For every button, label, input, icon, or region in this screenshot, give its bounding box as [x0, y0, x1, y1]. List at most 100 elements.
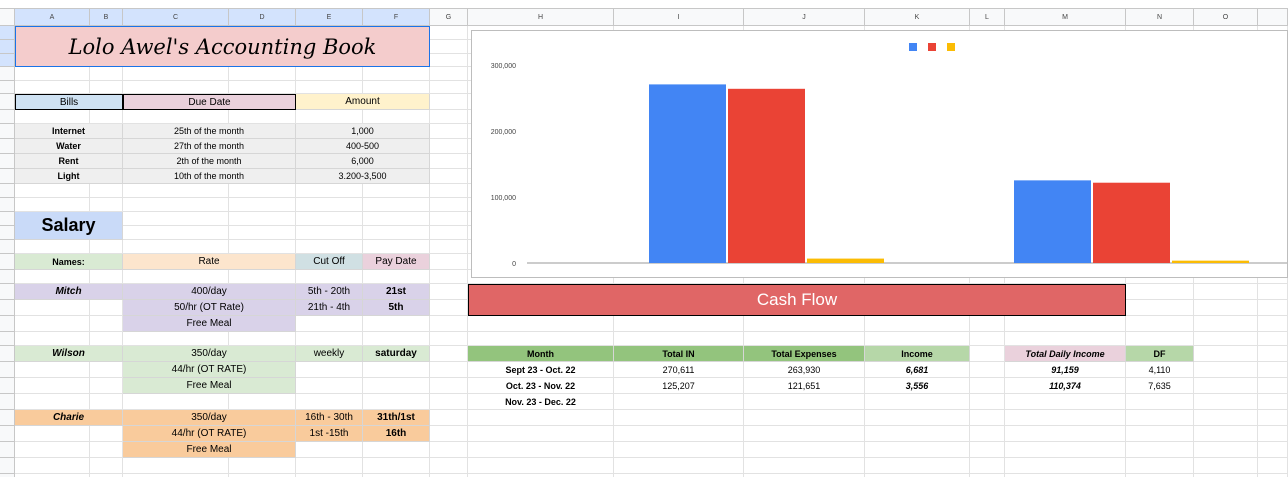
cell[interactable] [970, 378, 1005, 394]
cashflow-cell[interactable]: 121,651 [744, 378, 865, 394]
cell[interactable] [1194, 346, 1258, 362]
cell[interactable] [1005, 332, 1126, 346]
formula-bar[interactable] [0, 0, 1288, 9]
cell[interactable] [744, 316, 865, 332]
cell[interactable] [15, 110, 90, 124]
cell[interactable] [363, 394, 430, 410]
cell[interactable] [614, 316, 744, 332]
cell[interactable] [296, 67, 363, 81]
bill-due-date[interactable]: 10th of the month [123, 169, 296, 184]
cell[interactable] [296, 362, 363, 378]
cell[interactable] [865, 442, 970, 458]
cell[interactable] [1258, 332, 1288, 346]
cell[interactable] [430, 198, 468, 212]
row-header[interactable] [0, 362, 15, 378]
column-header[interactable]: E [296, 9, 363, 26]
cell[interactable] [363, 362, 430, 378]
row-header[interactable] [0, 316, 15, 332]
cell[interactable] [430, 169, 468, 184]
cashflow-cell[interactable] [865, 394, 970, 410]
row-header[interactable] [0, 26, 15, 40]
employee-paydate[interactable]: 5th [363, 300, 430, 316]
cell[interactable] [744, 410, 865, 426]
cell[interactable] [15, 458, 90, 474]
cell[interactable] [430, 410, 468, 426]
bill-due-date[interactable]: 25th of the month [123, 124, 296, 139]
cell[interactable] [1194, 378, 1258, 394]
employee-rate[interactable]: 50/hr (OT Rate) [123, 300, 296, 316]
employee-rate[interactable]: Free Meal [123, 378, 296, 394]
cell[interactable] [363, 67, 430, 81]
cell[interactable] [90, 184, 123, 198]
cell[interactable] [1194, 284, 1258, 300]
bill-due-date[interactable]: 2th of the month [123, 154, 296, 169]
cell[interactable] [430, 81, 468, 94]
cell[interactable] [1194, 426, 1258, 442]
cell[interactable] [430, 300, 468, 316]
cell[interactable] [430, 284, 468, 300]
column-header[interactable]: B [90, 9, 123, 26]
cell[interactable] [744, 426, 865, 442]
cell[interactable] [15, 240, 90, 254]
bill-due-date[interactable]: 27th of the month [123, 139, 296, 154]
bill-amount[interactable]: 1,000 [296, 124, 430, 139]
cashflow-cell[interactable]: Nov. 23 - Dec. 22 [468, 394, 614, 410]
cell[interactable] [1126, 410, 1194, 426]
df-header[interactable]: DF [1126, 346, 1194, 362]
cell[interactable] [430, 394, 468, 410]
cell[interactable] [1005, 458, 1126, 474]
cell[interactable] [296, 442, 363, 458]
cell[interactable] [430, 67, 468, 81]
cell[interactable] [430, 110, 468, 124]
cell[interactable] [15, 442, 90, 458]
cell[interactable] [90, 110, 123, 124]
cell[interactable] [296, 226, 363, 240]
cell[interactable] [1258, 362, 1288, 378]
cell[interactable] [123, 394, 229, 410]
employee-name[interactable]: Charie [15, 410, 123, 426]
cell[interactable] [363, 270, 430, 284]
bill-amount[interactable]: 400-500 [296, 139, 430, 154]
cell[interactable] [229, 458, 296, 474]
row-header[interactable] [0, 284, 15, 300]
employee-paydate[interactable]: 16th [363, 426, 430, 442]
cell[interactable] [1126, 442, 1194, 458]
row-header[interactable] [0, 254, 15, 270]
cell[interactable] [970, 316, 1005, 332]
cell[interactable] [1005, 410, 1126, 426]
cell[interactable] [468, 442, 614, 458]
cell[interactable] [614, 332, 744, 346]
employee-name[interactable]: Mitch [15, 284, 123, 300]
cell[interactable] [1194, 300, 1258, 316]
employee-rate[interactable]: 44/hr (OT RATE) [123, 362, 296, 378]
cell[interactable] [430, 254, 468, 270]
cashflow-cell[interactable]: 125,207 [614, 378, 744, 394]
employee-cutoff[interactable]: 5th - 20th [296, 284, 363, 300]
cell[interactable] [1194, 458, 1258, 474]
total-daily-income-header[interactable]: Total Daily Income [1005, 346, 1126, 362]
cell[interactable] [1258, 442, 1288, 458]
amount-header[interactable]: Amount [296, 94, 430, 110]
cell[interactable] [90, 67, 123, 81]
cell[interactable] [296, 270, 363, 284]
row-header[interactable] [0, 154, 15, 169]
column-header[interactable]: J [744, 9, 865, 26]
row-header[interactable] [0, 332, 15, 346]
bills-header[interactable]: Bills [15, 94, 123, 110]
cashflow-cell[interactable] [614, 394, 744, 410]
cell[interactable] [229, 81, 296, 94]
employee-paydate[interactable]: saturday [363, 346, 430, 362]
row-header[interactable] [0, 240, 15, 254]
cell[interactable] [1258, 378, 1288, 394]
cell[interactable] [229, 226, 296, 240]
cell[interactable] [90, 378, 123, 394]
cell[interactable] [614, 410, 744, 426]
row-header[interactable] [0, 394, 15, 410]
employee-rate[interactable]: 44/hr (OT RATE) [123, 426, 296, 442]
cell[interactable] [430, 362, 468, 378]
cell[interactable] [15, 332, 90, 346]
paydate-header[interactable]: Pay Date [363, 254, 430, 270]
row-header[interactable] [0, 346, 15, 362]
cell[interactable] [296, 184, 363, 198]
cell[interactable] [90, 81, 123, 94]
